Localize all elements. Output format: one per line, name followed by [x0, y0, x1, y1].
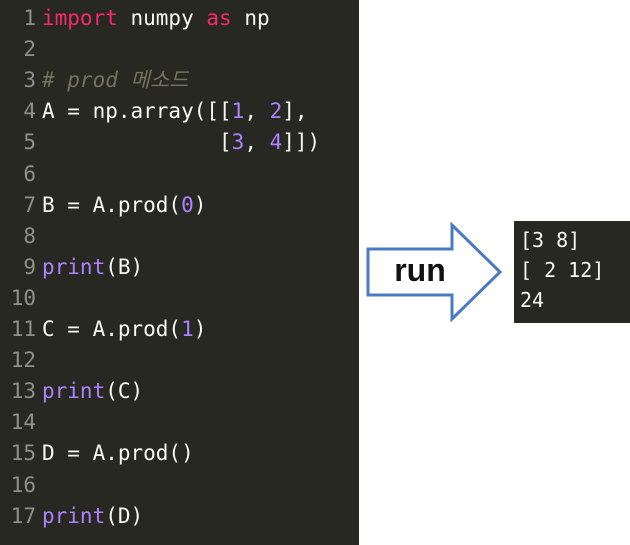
token-kw-import: import — [42, 6, 118, 30]
token-kw-import: as — [206, 6, 232, 30]
line-number: 16 — [10, 472, 36, 497]
token: , — [244, 130, 270, 155]
line-number: 10 — [10, 285, 36, 310]
token-num: 4 — [269, 130, 283, 155]
output-console: [3 8] [ 2 12] 24 — [514, 221, 630, 323]
token-comment: # prod 메소드 — [42, 68, 189, 93]
code-text: B = A.prod(0) — [42, 190, 206, 221]
line-number: 2 — [23, 37, 36, 62]
code-line: 16 — [0, 470, 359, 501]
code-text: # prod 메소드 — [42, 65, 188, 96]
line-number: 1 — [23, 6, 36, 30]
token-kw-print: print — [42, 254, 106, 279]
token: ]]) — [282, 130, 321, 155]
code-line: 9 print(B) — [0, 252, 359, 283]
line-number: 11 — [10, 317, 36, 341]
line-number: 3 — [23, 68, 36, 93]
output-line: [ 2 12] — [520, 258, 605, 282]
line-number: 4 — [23, 99, 36, 124]
token: ) — [193, 192, 207, 217]
code-text: C = A.prod(1) — [42, 314, 206, 345]
code-text: print(B) — [42, 252, 143, 283]
token: ) — [193, 317, 207, 341]
token: (C) — [105, 379, 144, 404]
code-line: 13 print(C) — [0, 376, 359, 407]
output-line: 24 — [520, 288, 545, 312]
code-line: 8 — [0, 221, 359, 252]
token: D = A.prod() — [42, 441, 194, 466]
code-line: 15 D = A.prod() — [0, 438, 359, 469]
line-number: 5 — [23, 130, 36, 155]
line-number: 8 — [23, 223, 36, 248]
code-line: 2 — [0, 34, 359, 65]
token: [ — [42, 130, 232, 155]
token-kw-print: print — [42, 379, 106, 404]
code-line: 5 [3, 4]]) — [0, 127, 359, 158]
run-label: run — [394, 252, 446, 288]
line-number: 15 — [10, 441, 36, 466]
code-editor: 1 import numpy as np 2 3 # prod 메소드 4 A = np.a… — [0, 0, 359, 545]
code-line: 12 — [0, 345, 359, 376]
code-line: 11 C = A.prod(1) — [0, 314, 359, 345]
line-number: 12 — [10, 348, 36, 373]
token-kw-print: print — [42, 503, 106, 528]
token-num: 1 — [231, 99, 245, 124]
code-text: A = np.array([[1, 2], — [42, 96, 308, 127]
code-text: print(D) — [42, 501, 143, 532]
code-text: import numpy as np — [42, 3, 270, 34]
token: , — [244, 99, 270, 124]
code-text: print(C) — [42, 376, 143, 407]
code-text: [3, 4]]) — [42, 127, 320, 158]
token: ], — [282, 99, 308, 124]
token-num: 1 — [181, 317, 194, 341]
token-num: 2 — [269, 99, 283, 124]
code-text: D = A.prod() — [42, 438, 194, 469]
line-number: 17 — [10, 503, 36, 528]
line-number: 14 — [10, 410, 36, 435]
code-line: 1 import numpy as np — [0, 3, 359, 34]
code-line: 7B = A.prod(0) — [0, 190, 359, 221]
line-number: 13 — [10, 379, 36, 404]
token: numpy — [117, 6, 207, 30]
token: (D) — [105, 503, 144, 528]
token: np — [231, 6, 270, 30]
token: A = np.array([[ — [42, 99, 232, 124]
token-num: 3 — [231, 130, 245, 155]
line-number: 6 — [23, 161, 36, 186]
code-line: 14 — [0, 407, 359, 438]
code-line: 6 — [0, 159, 359, 190]
line-number: 9 — [23, 254, 36, 279]
token: (B) — [105, 254, 144, 279]
token: B = A.prod( — [42, 192, 182, 217]
token-num: 0 — [181, 192, 194, 217]
code-line: 3 # prod 메소드 — [0, 65, 359, 96]
token: C = A.prod( — [42, 317, 182, 341]
line-number: 7 — [23, 192, 36, 217]
output-line: [3 8] — [520, 228, 581, 252]
code-line: 10 — [0, 283, 359, 314]
code-line: 4A = np.array([[1, 2], — [0, 96, 359, 127]
code-line: 17 print(D) — [0, 501, 359, 532]
